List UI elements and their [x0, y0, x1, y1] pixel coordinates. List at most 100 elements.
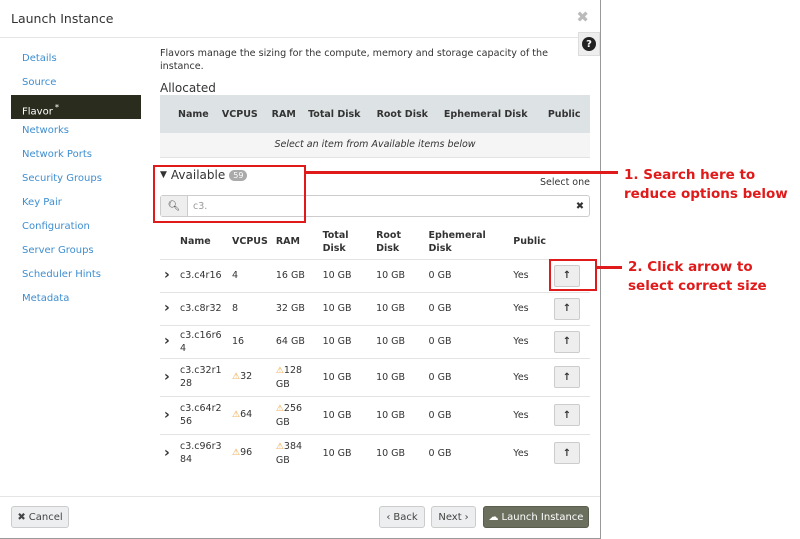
cell-name: c3.c16r64 — [176, 324, 228, 358]
column-header: Public — [513, 236, 546, 248]
allocate-arrow-up-button[interactable]: ↑ — [554, 404, 580, 426]
chevron-left-icon: ‹ — [386, 511, 391, 523]
cell-total_disk: 10 GB — [318, 433, 373, 472]
required-marker: * — [54, 102, 59, 112]
cell-total_disk: 10 GB — [318, 258, 373, 292]
cell-name: c3.c4r16 — [176, 258, 228, 292]
flavor-description: Flavors manage the sizing for the comput… — [160, 48, 548, 72]
cell-name: c3.c96r384 — [176, 433, 228, 472]
sidebar-item-network-ports[interactable]: Network Ports — [11, 143, 141, 167]
column-header: Total Disk — [322, 229, 349, 254]
launch-label: Launch Instance — [501, 511, 584, 523]
cell-ram: 64 GB — [271, 324, 319, 358]
flavor-step: Flavors manage the sizing for the comput… — [160, 47, 590, 158]
sidebar-item-label: Source — [22, 77, 57, 88]
allocate-arrow-up-button[interactable]: ↑ — [554, 442, 580, 465]
public-value: Yes — [513, 270, 529, 281]
column-header: Name — [180, 236, 211, 248]
column-header: Total Disk — [308, 108, 361, 120]
sidebar-item-label: Networks — [22, 125, 69, 136]
total_disk-value: 10 GB — [322, 336, 352, 347]
ram-value: 16 GB — [275, 270, 305, 281]
cell-vcpus: ⚠64 — [228, 395, 272, 434]
sidebar-item-server-groups[interactable]: Server Groups — [11, 239, 141, 263]
expand-row-icon[interactable]: › — [160, 324, 176, 358]
back-button[interactable]: ‹ Back — [379, 506, 425, 528]
expand-row-icon[interactable]: › — [160, 258, 176, 292]
name-value: c3.c4r16 — [180, 270, 222, 281]
close-icon: ✖ — [17, 511, 26, 523]
allocate-arrow-up-button[interactable]: ↑ — [554, 366, 580, 388]
allocate-arrow-up-button[interactable]: ↑ — [554, 297, 580, 320]
select-cell: ↑ — [550, 324, 590, 358]
name-value: c3.c32r128 — [180, 365, 222, 389]
cell-name: c3.c64r256 — [176, 395, 228, 434]
sidebar-item-label: Scheduler Hints — [22, 269, 102, 280]
cell-public: Yes — [509, 324, 550, 358]
clear-search-icon[interactable]: ✖ — [571, 196, 589, 216]
total_disk-value: 10 GB — [322, 303, 352, 314]
cell-ram: ⚠128 GB — [271, 357, 319, 396]
flavor-row: › c3.c16r64 16 64 GB 10 GB 10 GB 0 GB Yes ↑ — [160, 324, 590, 358]
close-icon[interactable]: ✖ — [576, 8, 589, 26]
back-label: Back — [393, 511, 418, 523]
column-header: RAM — [271, 108, 296, 120]
annotation-note-1: 1. Search here to reduce options below — [624, 167, 788, 202]
sidebar-item-scheduler-hints[interactable]: Scheduler Hints — [11, 263, 141, 287]
cell-root_disk: 10 GB — [372, 357, 425, 396]
sidebar-item-label: Flavor — [22, 106, 53, 118]
cell-vcpus: ⚠32 — [228, 357, 272, 396]
total_disk-value: 10 GB — [322, 371, 352, 383]
sidebar-item-networks[interactable]: Networks — [11, 119, 141, 143]
sidebar-item-key-pair[interactable]: Key Pair — [11, 191, 141, 215]
warning-icon: ⚠ — [275, 365, 284, 376]
name-value: c3.c8r32 — [180, 303, 222, 314]
sidebar-item-label: Network Ports — [22, 149, 92, 160]
column-header: Ephemeral Disk — [443, 108, 528, 120]
sidebar-item-details[interactable]: Details — [11, 47, 141, 71]
column-header: Name — [178, 108, 209, 120]
vcpus-value: 16 — [232, 336, 245, 347]
ephemeral-value: 0 GB — [428, 371, 452, 383]
modal-title: Launch Instance — [0, 0, 600, 38]
cell-ephemeral: 0 GB — [424, 258, 510, 292]
vcpus-value: 64 — [240, 409, 253, 420]
cell-public: Yes — [509, 357, 550, 396]
cell-ram: 32 GB — [271, 291, 319, 325]
ephemeral-value: 0 GB — [428, 447, 452, 459]
expand-row-icon[interactable]: › — [160, 357, 176, 396]
cell-name: c3.c32r128 — [176, 357, 228, 396]
allocate-arrow-up-button[interactable]: ↑ — [554, 330, 580, 353]
expand-row-icon[interactable]: › — [160, 395, 176, 434]
vcpus-value: 96 — [240, 447, 253, 459]
sidebar-item-source[interactable]: Source — [11, 71, 141, 95]
sidebar-item-configuration[interactable]: Configuration — [11, 215, 141, 239]
root_disk-value: 10 GB — [376, 447, 406, 459]
flavor-row: › c3.c96r384 ⚠96 ⚠384 GB 10 GB 10 GB 0 GB Yes ↑ — [160, 433, 590, 472]
ephemeral-value: 0 GB — [428, 270, 452, 281]
cell-root_disk: 10 GB — [372, 324, 425, 358]
cell-vcpus: 4 — [228, 258, 272, 292]
sidebar-item-security-groups[interactable]: Security Groups — [11, 167, 141, 191]
name-value: c3.c64r256 — [180, 403, 222, 427]
public-value: Yes — [513, 409, 529, 421]
select-cell: ↑ — [550, 291, 590, 325]
cancel-button[interactable]: ✖ Cancel — [11, 506, 69, 528]
sidebar-item-flavor[interactable]: Flavor * — [11, 95, 141, 119]
expand-row-icon[interactable]: › — [160, 291, 176, 325]
select-hint: Select one — [539, 177, 590, 188]
next-button[interactable]: Next › — [431, 506, 476, 528]
vcpus-value: 32 — [240, 371, 253, 382]
column-header: Public — [547, 108, 581, 120]
cell-ephemeral: 0 GB — [424, 291, 510, 325]
warning-icon: ⚠ — [232, 448, 241, 459]
launch-instance-button[interactable]: ☁ Launch Instance — [483, 506, 589, 528]
expand-row-icon[interactable]: › — [160, 433, 176, 472]
total_disk-value: 10 GB — [322, 270, 352, 281]
sidebar-item-label: Configuration — [22, 221, 90, 232]
name-value: c3.c16r64 — [180, 329, 222, 354]
sidebar-item-metadata[interactable]: Metadata — [11, 287, 141, 311]
sidebar-item-label: Key Pair — [22, 197, 62, 208]
cell-root_disk: 10 GB — [372, 258, 425, 292]
cell-ephemeral: 0 GB — [424, 357, 510, 396]
